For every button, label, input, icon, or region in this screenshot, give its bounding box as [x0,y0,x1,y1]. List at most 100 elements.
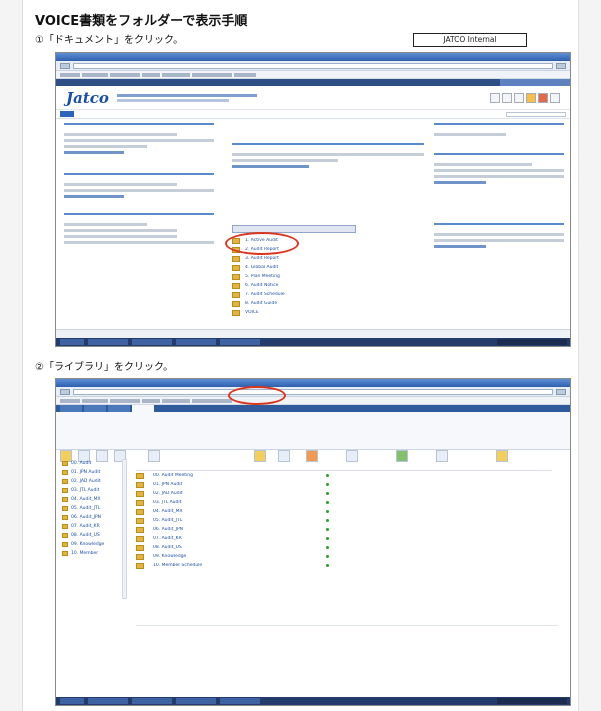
table-row[interactable]: 10. Member Schedule [136,561,552,570]
ribbon-icon[interactable] [502,92,512,103]
sidebar-item[interactable]: 05. Audit_JTL [62,504,120,513]
folder-icon [62,551,68,556]
list-item[interactable]: 8. Audit Guide [232,299,424,308]
taskbar-item[interactable] [132,339,172,345]
tab-library[interactable] [132,405,154,412]
browser-titlebar [56,53,570,61]
list-item[interactable]: 4. Global Audit [232,263,424,272]
horizontal-scrollbar[interactable] [56,329,570,338]
sidebar-item[interactable]: 00. Audit [62,459,120,468]
table-row[interactable]: 04. Audit_MX [136,507,552,516]
back-icon[interactable] [60,62,70,69]
ribbon-icon[interactable] [396,450,408,462]
taskbar-item[interactable] [88,698,128,704]
table-row[interactable]: 02. JAD Audit [136,489,552,498]
folder-icon [232,300,240,307]
refresh-icon[interactable] [556,62,566,69]
vertical-scrollbar[interactable] [122,459,127,599]
ribbon-icon[interactable] [346,450,358,462]
tab-documents[interactable] [108,405,130,412]
list-item[interactable]: 7. Audit Schedule [232,290,424,299]
sidebar-item[interactable]: 03. JTL Audit [62,486,120,495]
screenshot-library-view: 00. Audit 01. JPN Audit 02. JAD Audit 03… [55,378,571,706]
step-2-instruction: ②「ライブラリ」をクリック。 [35,362,174,373]
table-row[interactable]: 08. Audit_US [136,543,552,552]
ribbon-icon[interactable] [148,450,160,462]
screenshot-sharepoint-home: Jatco 1. Active Audit 2. Audit Report 3.… [55,52,571,347]
sidebar-item[interactable]: 01. JPN Audit [62,468,120,477]
divider [136,625,558,626]
folder-icon [62,524,68,529]
table-row[interactable]: 03. JTL Audit [136,498,552,507]
folder-icon [62,515,68,520]
library-table: 00. Audit Meeting 01. JPN Audit 02. JAD … [136,463,552,570]
webpart-right-2 [434,153,564,187]
ribbon-icon[interactable] [254,450,266,462]
list-item[interactable]: VOICE [232,308,424,317]
folder-icon [62,479,68,484]
ribbon-icon[interactable] [538,92,548,103]
table-row[interactable]: 00. Audit Meeting [136,471,552,480]
folder-icon [136,553,144,560]
presence-icon [326,501,329,504]
folder-icon [136,517,144,524]
taskbar-item[interactable] [220,698,260,704]
sidebar-item[interactable]: 09. Knowledge [62,540,120,549]
ribbon-icon[interactable] [490,92,500,103]
sidebar-item[interactable]: 02. JAD Audit [62,477,120,486]
nav-tabs [56,110,570,119]
sidebar-item[interactable]: 08. Audit_US [62,531,120,540]
table-row[interactable]: 09. Knowledge [136,552,552,561]
step-1-instruction: ①「ドキュメント」をクリック。 [35,35,184,46]
folder-icon [136,508,144,515]
taskbar-item[interactable] [88,339,128,345]
table-row[interactable]: 05. Audit_JTL [136,516,552,525]
taskbar-item[interactable] [132,698,172,704]
refresh-icon[interactable] [556,388,566,395]
taskbar-item[interactable] [220,339,260,345]
back-icon[interactable] [60,388,70,395]
taskbar-item[interactable] [176,339,216,345]
folder-icon [62,470,68,475]
address-field[interactable] [73,388,553,395]
webpart-center-1 [232,143,424,171]
list-item[interactable]: 3. Audit Report [232,254,424,263]
list-item[interactable]: 5. Plan Meeting [232,272,424,281]
ribbon-icon[interactable] [514,92,524,103]
search-input[interactable] [506,111,566,117]
browser-addressbar [56,61,570,71]
tab-browse[interactable] [84,405,106,412]
sidebar-item[interactable]: 06. Audit_JPN [62,513,120,522]
sidebar-item[interactable]: 10. Member [62,549,120,558]
list-item[interactable]: 6. Audit Notice [232,281,424,290]
browser-addressbar [56,387,570,397]
presence-icon [326,546,329,549]
tab-home[interactable] [60,111,74,117]
tab-site-actions[interactable] [60,405,82,412]
ribbon-icon[interactable] [550,92,560,103]
highlight-circle-documents [225,232,299,255]
ribbon-icon[interactable] [278,450,290,462]
system-tray [497,698,567,704]
table-row[interactable]: 07. Audit_KR [136,534,552,543]
jatco-logo: Jatco [66,88,109,107]
folder-icon [136,481,144,488]
table-header [136,463,552,471]
table-row[interactable]: 06. Audit_JPN [136,525,552,534]
table-row[interactable]: 01. JPN Audit [136,480,552,489]
taskbar-item[interactable] [176,698,216,704]
ribbon-icon[interactable] [496,450,508,462]
webpart-right-1 [434,123,564,139]
webpart-right-3 [434,223,564,251]
presence-icon [326,537,329,540]
ribbon-icon[interactable] [306,450,318,462]
ribbon-icon[interactable] [436,450,448,462]
presence-icon [326,528,329,531]
sidebar-item[interactable]: 07. Audit_KR [62,522,120,531]
start-button[interactable] [60,698,84,704]
address-field[interactable] [73,62,553,69]
sidebar-item[interactable]: 04. Audit_MX [62,495,120,504]
system-tray [497,339,567,345]
start-button[interactable] [60,339,84,345]
ribbon-icon[interactable] [526,92,536,103]
